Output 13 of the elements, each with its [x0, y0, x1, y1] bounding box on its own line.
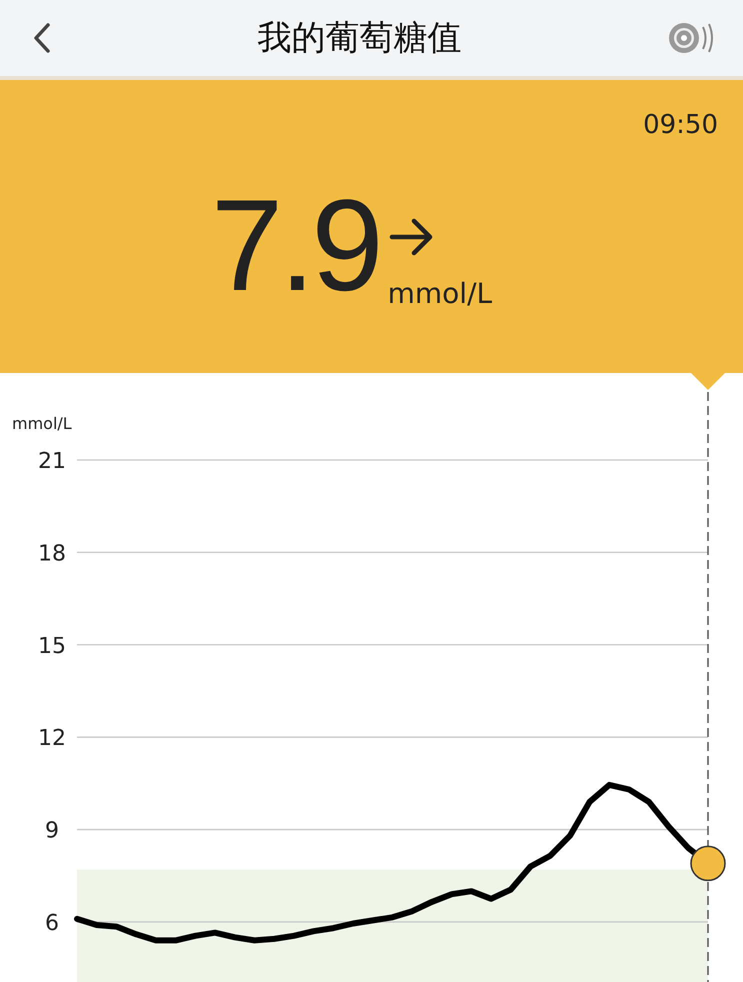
current-reading-dot — [690, 846, 726, 882]
glucose-value: 7.9 — [210, 180, 380, 310]
y-tick-label: 21 — [38, 449, 66, 474]
y-tick-label: 9 — [45, 818, 59, 844]
page-title: 我的葡萄糖值 — [258, 17, 462, 60]
y-tick-label: 6 — [45, 910, 59, 936]
y-tick-label: 15 — [38, 634, 66, 659]
back-icon[interactable] — [32, 22, 52, 54]
y-tick-label: 12 — [38, 726, 66, 752]
reading-time: 09:50 — [643, 110, 718, 140]
axis-unit-label: mmol/L — [12, 414, 72, 433]
unit-label: mmol/L — [388, 277, 492, 310]
y-tick-label: 18 — [38, 541, 66, 566]
